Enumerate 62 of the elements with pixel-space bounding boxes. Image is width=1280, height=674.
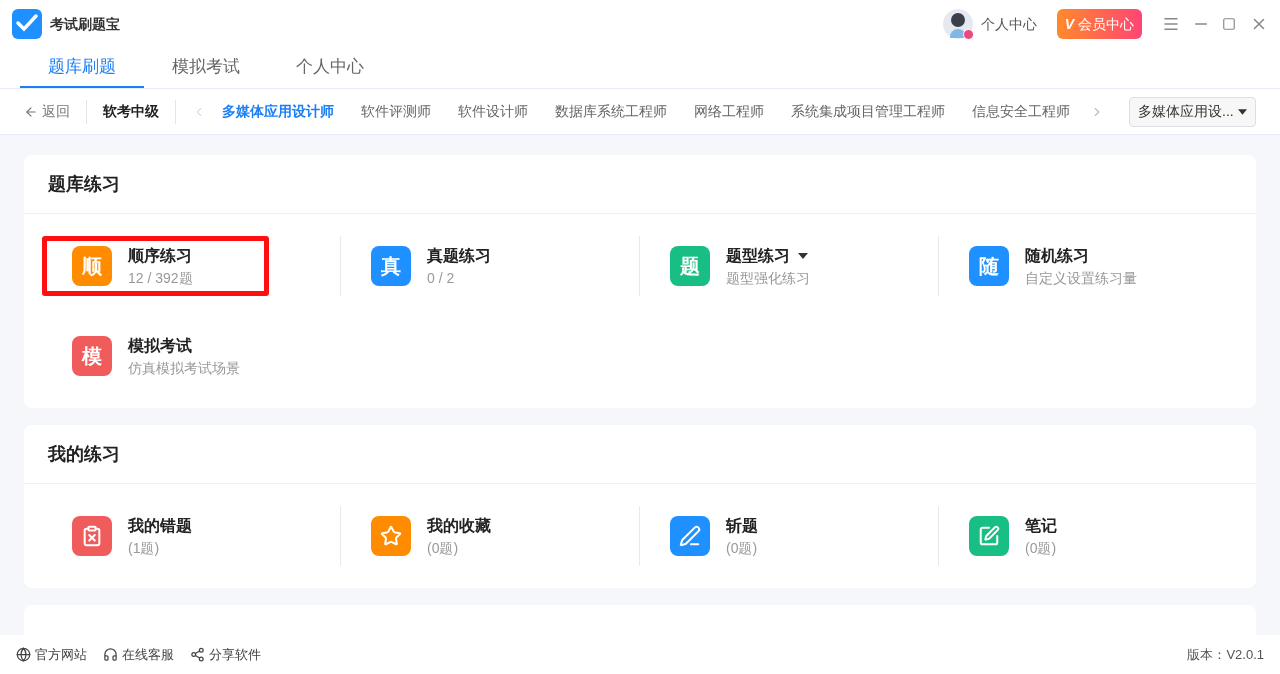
- headset-icon: [103, 647, 118, 662]
- item-subtitle: (0题): [427, 539, 460, 558]
- item-subtitle: (0题): [1025, 539, 1057, 558]
- nav-tab[interactable]: 模拟考试: [144, 48, 268, 88]
- category-tab[interactable]: 软件设计师: [458, 101, 528, 122]
- version-label: 版本：V2.0.1: [1187, 645, 1264, 664]
- practice-item[interactable]: 顺 顺序练习 12 / 392题: [42, 236, 269, 296]
- app-title: 考试刷题宝: [50, 14, 120, 34]
- item-title: 笔记: [1025, 516, 1057, 536]
- letter-icon: 随: [969, 246, 1009, 286]
- item-subtitle: 0 / 2: [427, 269, 456, 288]
- section-title: 题库练习: [48, 172, 120, 196]
- item-title: 随机练习: [1025, 246, 1089, 266]
- caret-icon[interactable]: [798, 253, 808, 259]
- practice-item[interactable]: 模 模拟考试 仿真模拟考试场景: [42, 326, 269, 386]
- practice-item[interactable]: 笔记 (0题): [939, 506, 1166, 566]
- globe-icon: [16, 647, 31, 662]
- category-tab[interactable]: 数据库系统工程师: [555, 101, 667, 122]
- nav-tab[interactable]: 个人中心: [268, 48, 392, 88]
- category-tab[interactable]: 系统集成项目管理工程师: [791, 101, 945, 122]
- practice-item[interactable]: 随 随机练习 自定义设置练习量: [939, 236, 1166, 296]
- item-subtitle: 题型强化练习: [726, 269, 810, 288]
- footer-link[interactable]: 在线客服: [103, 644, 174, 665]
- maximize-icon[interactable]: [1222, 17, 1236, 31]
- category-tab[interactable]: 网络工程师: [694, 101, 764, 122]
- item-subtitle: 自定义设置练习量: [1025, 269, 1137, 288]
- practice-item[interactable]: 我的收藏 (0题): [341, 506, 568, 566]
- item-subtitle: 12 / 392题: [128, 269, 193, 288]
- item-title: 模拟考试: [128, 336, 192, 356]
- section-title: 我的练习: [48, 442, 120, 466]
- item-title: 真题练习: [427, 246, 491, 266]
- menu-icon[interactable]: [1162, 15, 1180, 33]
- level-label: 软考中级: [103, 102, 159, 121]
- item-subtitle: (0题): [726, 539, 758, 558]
- letter-icon: 题: [670, 246, 710, 286]
- item-title: 我的收藏: [427, 516, 491, 536]
- user-center-link[interactable]: 个人中心: [980, 13, 1037, 35]
- item-title: 顺序练习: [128, 246, 192, 266]
- footer-link[interactable]: 官方网站: [16, 644, 87, 665]
- back-button[interactable]: 返回: [24, 101, 70, 122]
- app-logo-icon: [12, 9, 42, 39]
- category-dropdown[interactable]: 多媒体应用设...: [1129, 96, 1256, 127]
- nav-tab[interactable]: 题库刷题: [20, 48, 144, 88]
- avatar-icon[interactable]: [942, 9, 973, 39]
- item-title: 我的错题: [128, 516, 192, 536]
- practice-item[interactable]: 我的错题 (1题): [42, 506, 269, 566]
- category-tab[interactable]: 信息安全工程师: [972, 101, 1070, 122]
- item-title: 题型练习: [726, 246, 790, 266]
- category-tab[interactable]: 软件评测师: [361, 101, 431, 122]
- letter-icon: 顺: [72, 246, 112, 286]
- caret-icon: [1238, 108, 1247, 115]
- item-title: 斩题: [726, 516, 758, 536]
- letter-icon: 真: [371, 246, 411, 286]
- letter-icon: 模: [72, 336, 112, 376]
- practice-item[interactable]: 斩题 (0题): [640, 506, 867, 566]
- practice-item[interactable]: 真 真题练习 0 / 2: [341, 236, 568, 296]
- item-subtitle: 仿真模拟考试场景: [128, 359, 240, 378]
- category-tab[interactable]: 多媒体应用设计师: [222, 101, 334, 122]
- practice-item[interactable]: 题 题型练习 题型强化练习: [640, 236, 867, 296]
- share-icon: [190, 647, 205, 662]
- footer-link[interactable]: 分享软件: [190, 644, 261, 665]
- item-subtitle: (1题): [128, 539, 161, 558]
